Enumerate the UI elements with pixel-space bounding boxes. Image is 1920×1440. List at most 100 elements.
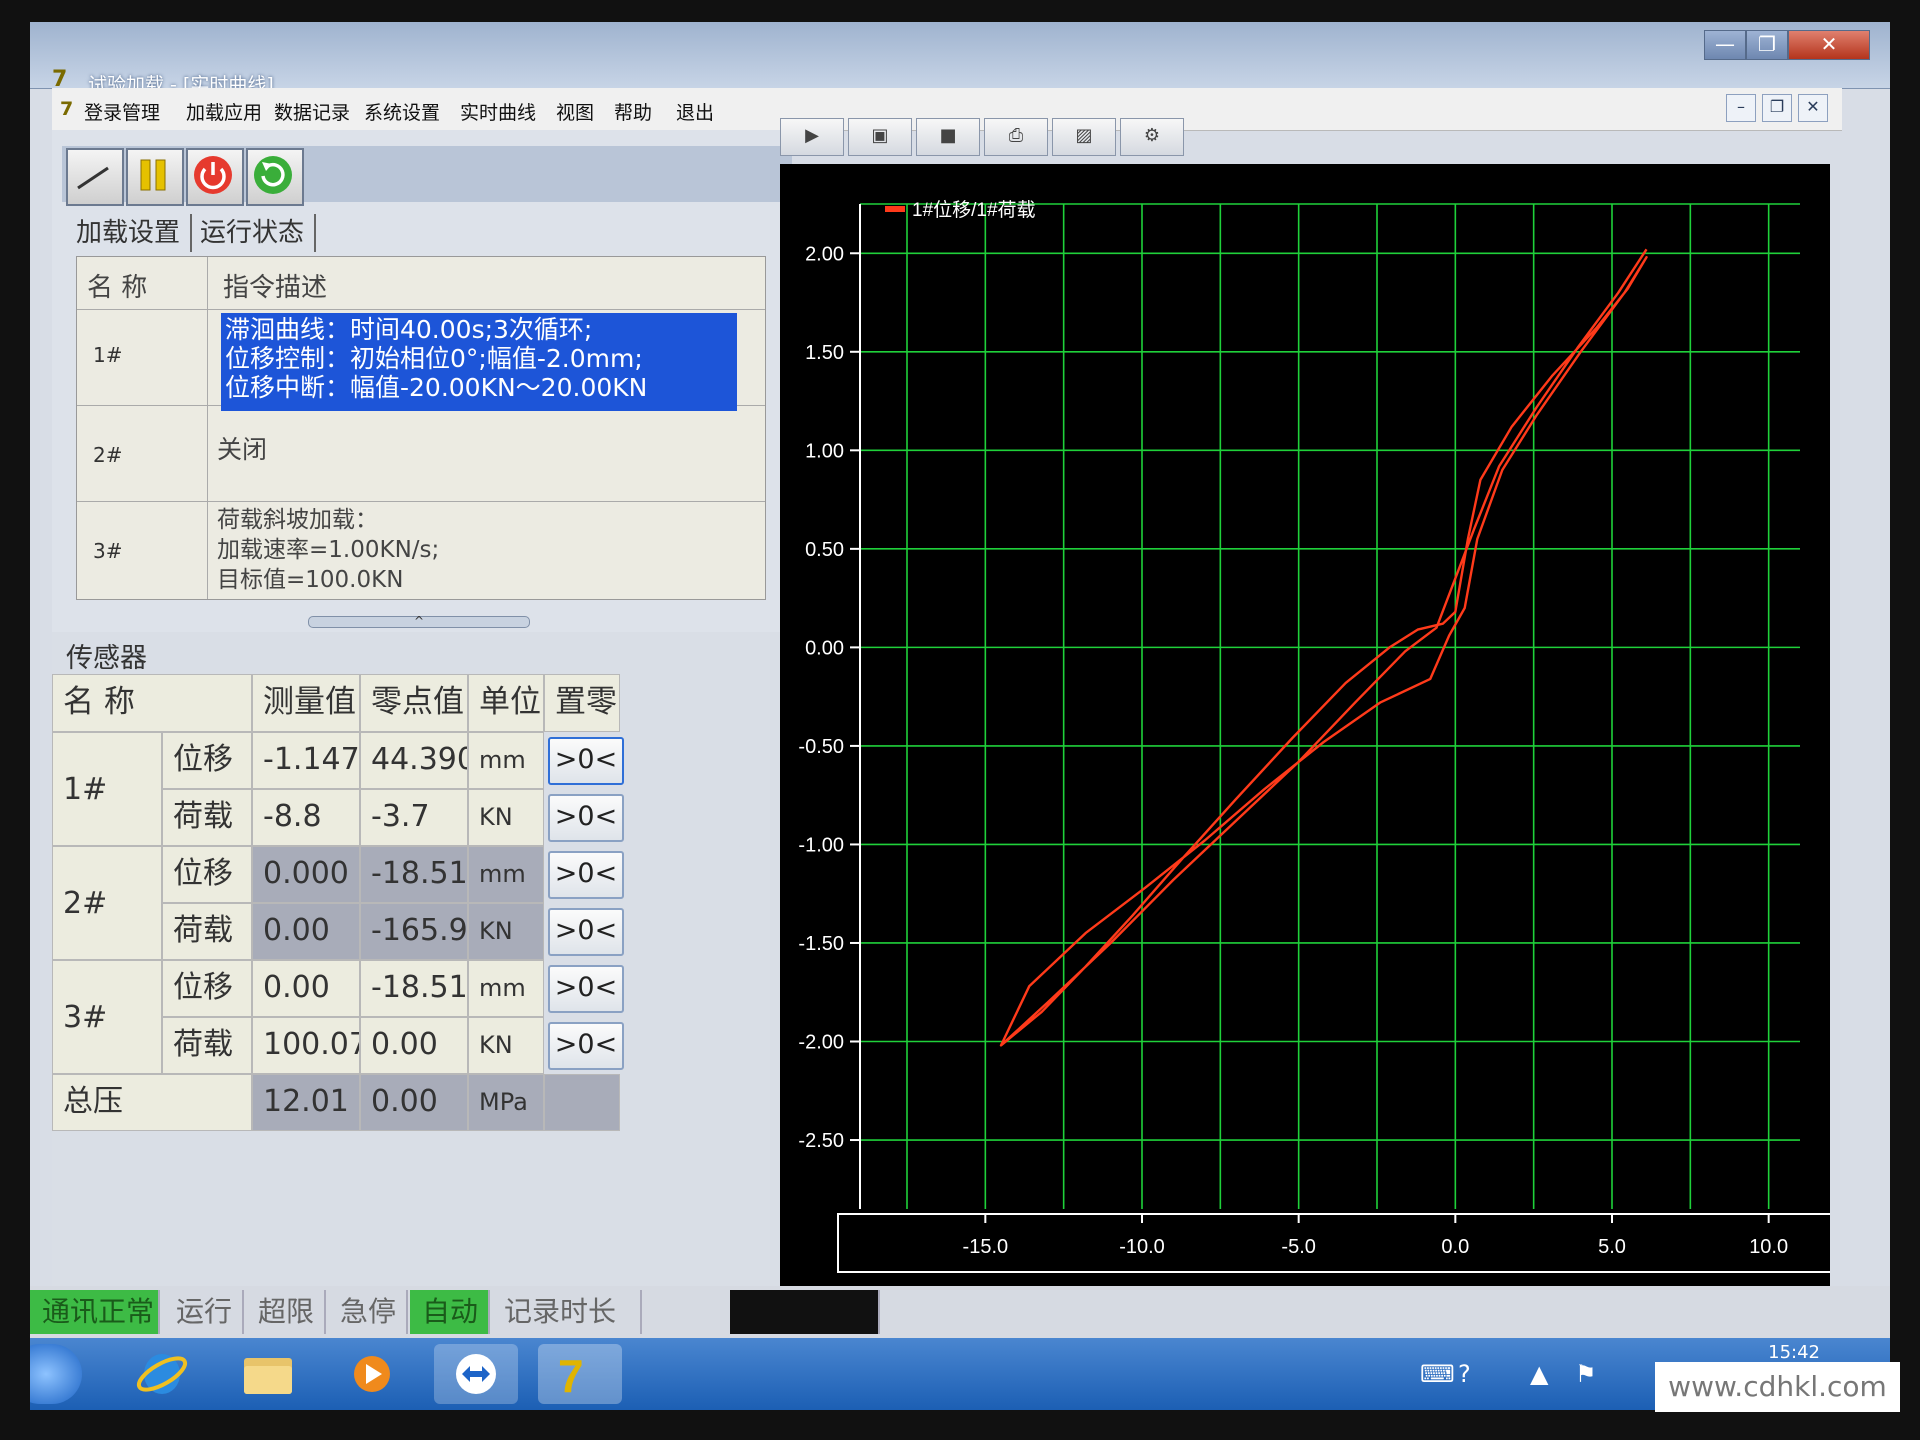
window-titlebar: 7 试验加载 - [实时曲线] — ❐ ✕ [30,22,1890,96]
chart-play-button[interactable]: ▶ [780,118,844,156]
y-tick-label: 1.50 [805,342,844,364]
inner-close-button[interactable]: ✕ [1798,94,1828,122]
y-tick-label: -1.50 [798,933,844,955]
tabs-row: 加载设置 运行状态 [62,214,792,254]
y-tick-label: 0.50 [805,539,844,561]
app-logo-icon: 7 [558,1350,584,1402]
command-row-3[interactable]: 3# 荷载斜坡加载： 加载速率=1.00KN/s; 目标值=100.0KN [77,501,765,599]
chart-save-button[interactable]: ■ [916,118,980,156]
chart-zoom-button[interactable]: ▨ [1052,118,1116,156]
tab-run-status[interactable]: 运行状态 [190,214,317,252]
header-description: 指令描述 [223,273,328,303]
command-row-1[interactable]: 1# 滞洄曲线：时间40.00s;3次循环; 位移控制：初始相位0°;幅值-2.… [77,309,765,411]
inner-restore-button[interactable]: ❐ [1762,94,1792,122]
maximize-button[interactable]: ❐ [1746,30,1788,60]
status-record-duration-value [730,1290,880,1334]
status-emergency-stop: 急停 [328,1290,408,1334]
sensor-header-zeroing: 置零 [544,674,620,732]
save-icon: ■ [939,125,957,146]
zero-button[interactable]: >0< [548,1022,624,1070]
taskbar-browser[interactable] [120,1344,204,1404]
menu-data-record[interactable]: 数据记录 [274,98,350,125]
total-pressure-label: 总压 [52,1074,252,1131]
y-tick-label: -0.50 [798,736,844,758]
status-overlimit: 超限 [246,1290,326,1334]
menu-view[interactable]: 视图 [556,98,594,125]
zero-button[interactable]: >0< [548,794,624,842]
chart-toolbar: ▶ ▣ ■ ⎙ ▨ ⚙ [780,118,1200,156]
panel-splitter[interactable]: ^ [308,615,530,628]
command-row-desc: 关闭 [217,435,268,464]
minimize-button[interactable]: — [1704,30,1746,60]
sensor-unit: KN [468,903,544,960]
sensor-unit: mm [468,732,544,789]
sensor-zero: -18.51 [360,846,468,903]
zero-button[interactable]: >0< [548,908,624,956]
taskbar-media[interactable] [330,1344,414,1404]
sensor-name: 荷载 [162,789,252,846]
sensor-name: 位移 [162,846,252,903]
menu-exit[interactable]: 退出 [676,98,714,125]
command-table-header: 名 称 指令描述 [77,257,765,310]
menu-login[interactable]: 登录管理 [84,98,160,125]
legend-swatch [885,206,905,212]
sensor-value: 100.07 [252,1017,360,1074]
stop-icon: ▣ [871,125,889,146]
command-row-2[interactable]: 2# 关闭 [77,405,765,502]
zero-button[interactable]: >0< [548,965,624,1013]
taskbar-remote[interactable] [434,1344,518,1404]
sensor-group: 传感器 名 称 测量值 零点值 单位 置零 1# 位移 -1.147 44.39… [52,632,792,1310]
taskbar-app[interactable]: 7 [538,1344,622,1404]
close-button[interactable]: ✕ [1788,30,1870,60]
sensor-unit: KN [468,789,544,846]
y-tick-label: -1.00 [798,834,844,856]
command-table: 名 称 指令描述 1# 滞洄曲线：时间40.00s;3次循环; 位移控制：初始相… [76,256,766,600]
curve-button[interactable] [66,148,124,206]
chart-stop-button[interactable]: ▣ [848,118,912,156]
help-icon[interactable]: ? [1458,1360,1471,1388]
reset-button[interactable] [246,148,304,206]
flag-icon[interactable]: ⚑ [1575,1360,1597,1388]
zero-button[interactable]: >0< [548,737,624,785]
start-button[interactable] [30,1344,82,1404]
x-tick-label: -15.0 [963,1236,1009,1258]
tray-expand-icon[interactable]: ▲ [1530,1360,1548,1388]
menu-help[interactable]: 帮助 [614,98,652,125]
sensor-name: 位移 [162,732,252,789]
menu-load-app[interactable]: 加载应用 [186,98,262,125]
menu-realtime-curve[interactable]: 实时曲线 [460,98,536,125]
screen: 7 试验加载 - [实时曲线] — ❐ ✕ 7 登录管理 加载应用 数据记录 系… [30,22,1890,1410]
y-tick-label: -2.50 [798,1130,844,1152]
inner-minimize-button[interactable]: – [1726,94,1756,122]
sensor-value: 0.00 [252,903,360,960]
taskbar-explorer[interactable] [226,1344,310,1404]
taskbar-clock[interactable]: 15:42 [1768,1342,1820,1363]
svg-text:7: 7 [558,1350,584,1402]
stop-button[interactable] [186,148,244,206]
command-row-id: 3# [93,539,123,563]
x-tick-label: -5.0 [1281,1236,1315,1258]
status-running: 运行 [164,1290,244,1334]
power-icon [194,156,232,194]
command-row-id: 2# [93,443,123,467]
y-tick-label: -2.00 [798,1032,844,1054]
menu-app-icon[interactable]: 7 [60,98,73,120]
zero-button[interactable]: >0< [548,851,624,899]
y-tick-label: 2.00 [805,243,844,265]
y-tick-label: 0.00 [805,637,844,659]
command-row-desc: 滞洄曲线：时间40.00s;3次循环; 位移控制：初始相位0°;幅值-2.0mm… [225,315,648,402]
menu-system-settings[interactable]: 系统设置 [364,98,440,125]
chart-settings-button[interactable]: ⚙ [1120,118,1184,156]
realtime-chart[interactable]: 2.00 1.50 1.00 0.50 0.00 -0.50 -1.00 -1.50 -2.00… [780,164,1839,1294]
chart-print-button[interactable]: ⎙ [984,118,1048,156]
refresh-icon [254,156,292,194]
tab-load-settings[interactable]: 加载设置 [66,214,193,252]
sensor-value: -8.8 [252,789,360,846]
status-auto: 自动 [410,1290,490,1334]
taskbar: 7 ⌨ ? ▲ ⚑ 15:42 [30,1338,1890,1410]
keyboard-icon[interactable]: ⌨ [1420,1360,1455,1388]
total-pressure-empty [544,1074,620,1131]
status-record-duration-label: 记录时长 [492,1290,642,1334]
pause-button[interactable] [126,148,184,206]
status-bar: 通讯正常 运行 超限 急停 自动 记录时长 [30,1286,1890,1338]
